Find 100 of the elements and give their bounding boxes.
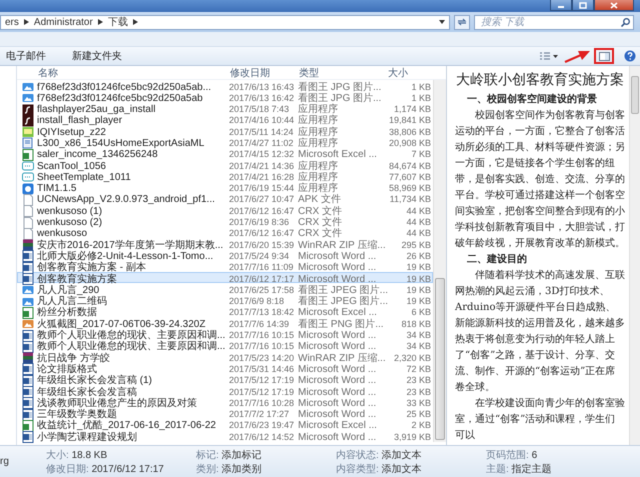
file-row[interactable]: 抗日战争 方学皎 2017/5/23 14:20 WinRAR ZIP 压缩... 2,320 KB [17, 351, 433, 362]
scrollbar-thumb[interactable] [631, 76, 639, 114]
maximize-button[interactable] [572, 0, 594, 11]
property-value[interactable]: 添加标记 [222, 450, 262, 460]
toolbar-button[interactable]: 电子邮件 [0, 47, 52, 65]
file-type: Microsoft Excel ... [298, 149, 378, 160]
file-type: 应用程序 [298, 115, 339, 126]
chat-app-icon [22, 182, 34, 195]
blank-file-icon [22, 205, 34, 218]
file-row[interactable]: saler_income_1346256248 2017/4/15 12:32 Microsoft Excel ... 7 KB [17, 148, 433, 160]
chevron-icon [24, 19, 29, 25]
file-name: IQIYIsetup_z22 [37, 126, 107, 138]
property-value[interactable]: 指定主题 [512, 464, 552, 474]
property-value[interactable]: 添加文本 [382, 464, 422, 474]
scrollbar-thumb[interactable] [435, 278, 445, 440]
file-row[interactable]: install_flash_player 2017/4/16 10:44 应用程序 19,841 KB [17, 114, 433, 126]
file-row[interactable]: 浅谈教师职业倦怠产生的原因及对策 2017/7/16 10:28 Microsoft Word ... 33 KB [17, 396, 433, 408]
file-size: 1 KB [410, 82, 431, 92]
path-segment[interactable]: Administrator [34, 16, 93, 28]
paragraph: 在学校建设面向青少年的创客室验室，通过“创客”活动和课程，学生们可以 [455, 396, 625, 443]
file-row[interactable]: f768ef23d3f01246fce5bc92d250a5ab... 2017/6/13 16:43 看图王 JPG 图片... 1 KB [17, 80, 433, 92]
file-row[interactable]: SheetTemplate_1011 2017/4/21 16:28 应用程序 77,607 KB [17, 170, 433, 182]
preview-pane-button[interactable] [594, 48, 614, 64]
file-row[interactable]: 教师个人职业倦怠的现状、主要原因和调... 2017/7/16 10:15 Microsoft Word ... 34 KB [17, 328, 433, 340]
file-type: APK 文件 [298, 194, 342, 206]
refresh-button[interactable] [454, 14, 470, 30]
scrollbar[interactable] [629, 66, 640, 445]
column-header[interactable]: 名称 [36, 66, 227, 80]
file-row[interactable]: 创客教育实施方案 - 副本 2017/7/16 11:09 Microsoft Word ... 19 KB [17, 260, 433, 272]
file-size: 34 KB [405, 330, 431, 342]
column-header[interactable]: 类型 [297, 66, 385, 80]
file-type: CRX 文件 [298, 228, 343, 240]
file-row[interactable]: 火狐截图_2017-07-06T06-39-24.320Z 2017/7/6 14:39 看图王 PNG 图片... 818 KB [17, 317, 433, 329]
column-header[interactable]: 大小 [386, 66, 430, 80]
file-row[interactable]: 论文排版格式 2017/5/31 14:46 Microsoft Word ... 72 KB [17, 362, 433, 374]
address-bar[interactable]: ers Administrator 下载 [0, 14, 450, 30]
path-segment[interactable]: 下载 [108, 16, 128, 28]
file-row[interactable]: ScanTool_1056 2017/4/21 14:36 应用程序 84,674 KB [17, 159, 433, 170]
file-row[interactable]: 教师个人职业倦怠的现状、主要原因和调... 2017/7/16 10:15 Microsoft Word ... 34 KB [17, 340, 433, 352]
file-row[interactable]: 三年级数学奥数题 2017/7/2 17:27 Microsoft Word ... 25 KB [17, 408, 433, 419]
property-value[interactable]: 添加文本 [382, 450, 422, 460]
file-row[interactable]: f768ef23d3f01246fce5bc92d250a5ab 2017/6/13 16:42 看图王 JPG 图片... 1 KB [17, 91, 433, 103]
property-value[interactable]: 18.8 KB [72, 450, 108, 460]
file-row[interactable]: 创客教育实施方案 2017/6/12 17:17 Microsoft Word ... 19 KB [17, 272, 433, 284]
file-row[interactable]: TIM1.1.5 2017/6/19 15:44 应用程序 58,969 KB [17, 182, 433, 193]
file-row[interactable]: 粉丝分析数据 2017/7/13 18:42 Microsoft Excel ... 6 KB [17, 306, 433, 318]
file-type: 看图王 JPG 图片... [298, 82, 382, 92]
file-name: 创客教育实施方案 [37, 274, 118, 285]
close-button[interactable] [594, 0, 634, 11]
file-row[interactable]: 安庆市2016-2017学年度第一学期期末教... 2017/6/20 15:39 WinRAR ZIP 压缩... 295 KB [17, 238, 433, 250]
column-header[interactable]: 修改日期 [228, 66, 296, 80]
paragraph: 校园创客空间作为创客教育与创客运动的平台，一方面，它整合了创客活动所必须的工具、材料等硬件资源；另一方面，它是链接各个学生创客的纽带，是创客实践、创造、交流、分享的平台。学校可通过搭建这样一个创客空间实验室，把创客空间整合到现有的小学科技创新教育项目中，大胆尝试，打破年龄歧视，开展教育改革的新模式。 [455, 108, 625, 251]
file-size: 72 KB [405, 364, 431, 375]
file-row[interactable]: 凡人凡言二维码 2017/6/9 8:18 看图王 JPEG 图片... 19 KB [17, 294, 433, 306]
modified-date: 2017/7/16 10:15 [229, 341, 296, 352]
file-type: 应用程序 [298, 138, 339, 149]
file-size: 44 KB [405, 217, 431, 228]
image-file-icon [22, 296, 34, 308]
modified-date: 2017/7/6 14:39 [229, 318, 290, 330]
file-type: Microsoft Word ... [298, 432, 378, 443]
file-row[interactable]: 小学陶艺课程建设规划 2017/6/12 14:52 Microsoft Word ... 3,919 KB [17, 430, 433, 442]
minimize-button[interactable] [550, 0, 572, 11]
path-segment[interactable]: ers [5, 16, 19, 28]
file-size: 25 KB [405, 409, 431, 420]
file-row[interactable]: flashplayer25au_ga_install 2017/5/18 7:43 应用程序 1,174 KB [17, 102, 433, 114]
file-name: 教师个人职业倦怠的现状、主要原因和调... [37, 341, 226, 352]
file-row[interactable]: wenkusoso 2017/6/12 16:47 CRX 文件 44 KB [17, 226, 433, 238]
search-field[interactable]: 搜索 下载 [474, 14, 634, 30]
property-value[interactable]: 2017/6/12 17:17 [92, 464, 164, 474]
file-size: 19,841 KB [388, 115, 431, 126]
file-row[interactable]: wenkusoso (2) 2017/6/19 8:36 CRX 文件 44 KB [17, 216, 433, 227]
file-name: f768ef23d3f01246fce5bc92d250a5ab... [37, 82, 212, 92]
dropdown-icon [439, 20, 445, 24]
file-row[interactable]: 收益统计_优酷_2017-06-16_2017-06-22 2017/6/23 19:47 Microsoft Excel ... 2 KB [17, 418, 433, 430]
modified-date: 2017/6/23 19:47 [229, 420, 296, 432]
toolbar-button[interactable]: 新建文件夹 [66, 47, 128, 65]
file-size: 1 KB [410, 92, 431, 104]
file-row[interactable]: 北师大版必修2-Unit-4-Lesson-1-Tomo... 2017/5/24 9:34 Microsoft Word ... 26 KB [17, 249, 433, 261]
property-label: 内容状态: [336, 450, 379, 460]
paragraph: 伴随着科学技术的高速发展、互联网热潮的风起云涌，3D打印技术、Arduino等开源硬件平台日趋成熟、新能源新科技的运用普及化，越来越多热衷于将创意变为行动的年轻人踏上了“创客”之路，基于设计、分享、交流、制作、开源的“创客运动”正在席卷全球。 [455, 268, 625, 395]
help-button[interactable] [624, 50, 636, 62]
file-size: 1,174 KB [392, 104, 431, 116]
file-type: Microsoft Word ... [298, 330, 378, 342]
property-label: 修改日期: [46, 464, 89, 474]
document-icon [22, 397, 34, 410]
file-row[interactable]: L300_x86_154UsHomeExportAsiaML 2017/4/27 11:02 应用程序 20,908 KB [17, 136, 433, 148]
file-row[interactable]: UCNewsApp_V2.9.0.973_android_pf1... 2017/6/27 10:47 APK 文件 11,734 KB [17, 192, 433, 204]
file-row[interactable]: 凡人凡言_290 2017/6/25 17:58 看图王 JPEG 图片... 19 KB [17, 283, 433, 295]
file-row[interactable]: wenkusoso (1) 2017/6/12 16:47 CRX 文件 44 KB [17, 204, 433, 216]
file-row[interactable]: IQIYIsetup_z22 2017/5/11 14:24 应用程序 38,806 KB [17, 125, 433, 136]
property-value[interactable]: 添加类别 [222, 464, 262, 474]
modified-date: 2017/6/12 14:52 [229, 432, 296, 443]
property-label: 主题: [486, 464, 509, 474]
file-size: 33 KB [405, 398, 431, 409]
help-icon [624, 50, 636, 62]
property-value[interactable]: 6 [532, 450, 538, 460]
file-row[interactable]: 年级组长家长会发言稿 (1) 2017/5/12 17:19 Microsoft Word ... 23 KB [17, 374, 433, 386]
file-name: 北师大版必修2-Unit-4-Lesson-1-Tomo... [37, 250, 214, 262]
section-heading: 一、校园创客空间建设的背景 [467, 92, 597, 107]
scrollbar[interactable] [433, 80, 446, 442]
